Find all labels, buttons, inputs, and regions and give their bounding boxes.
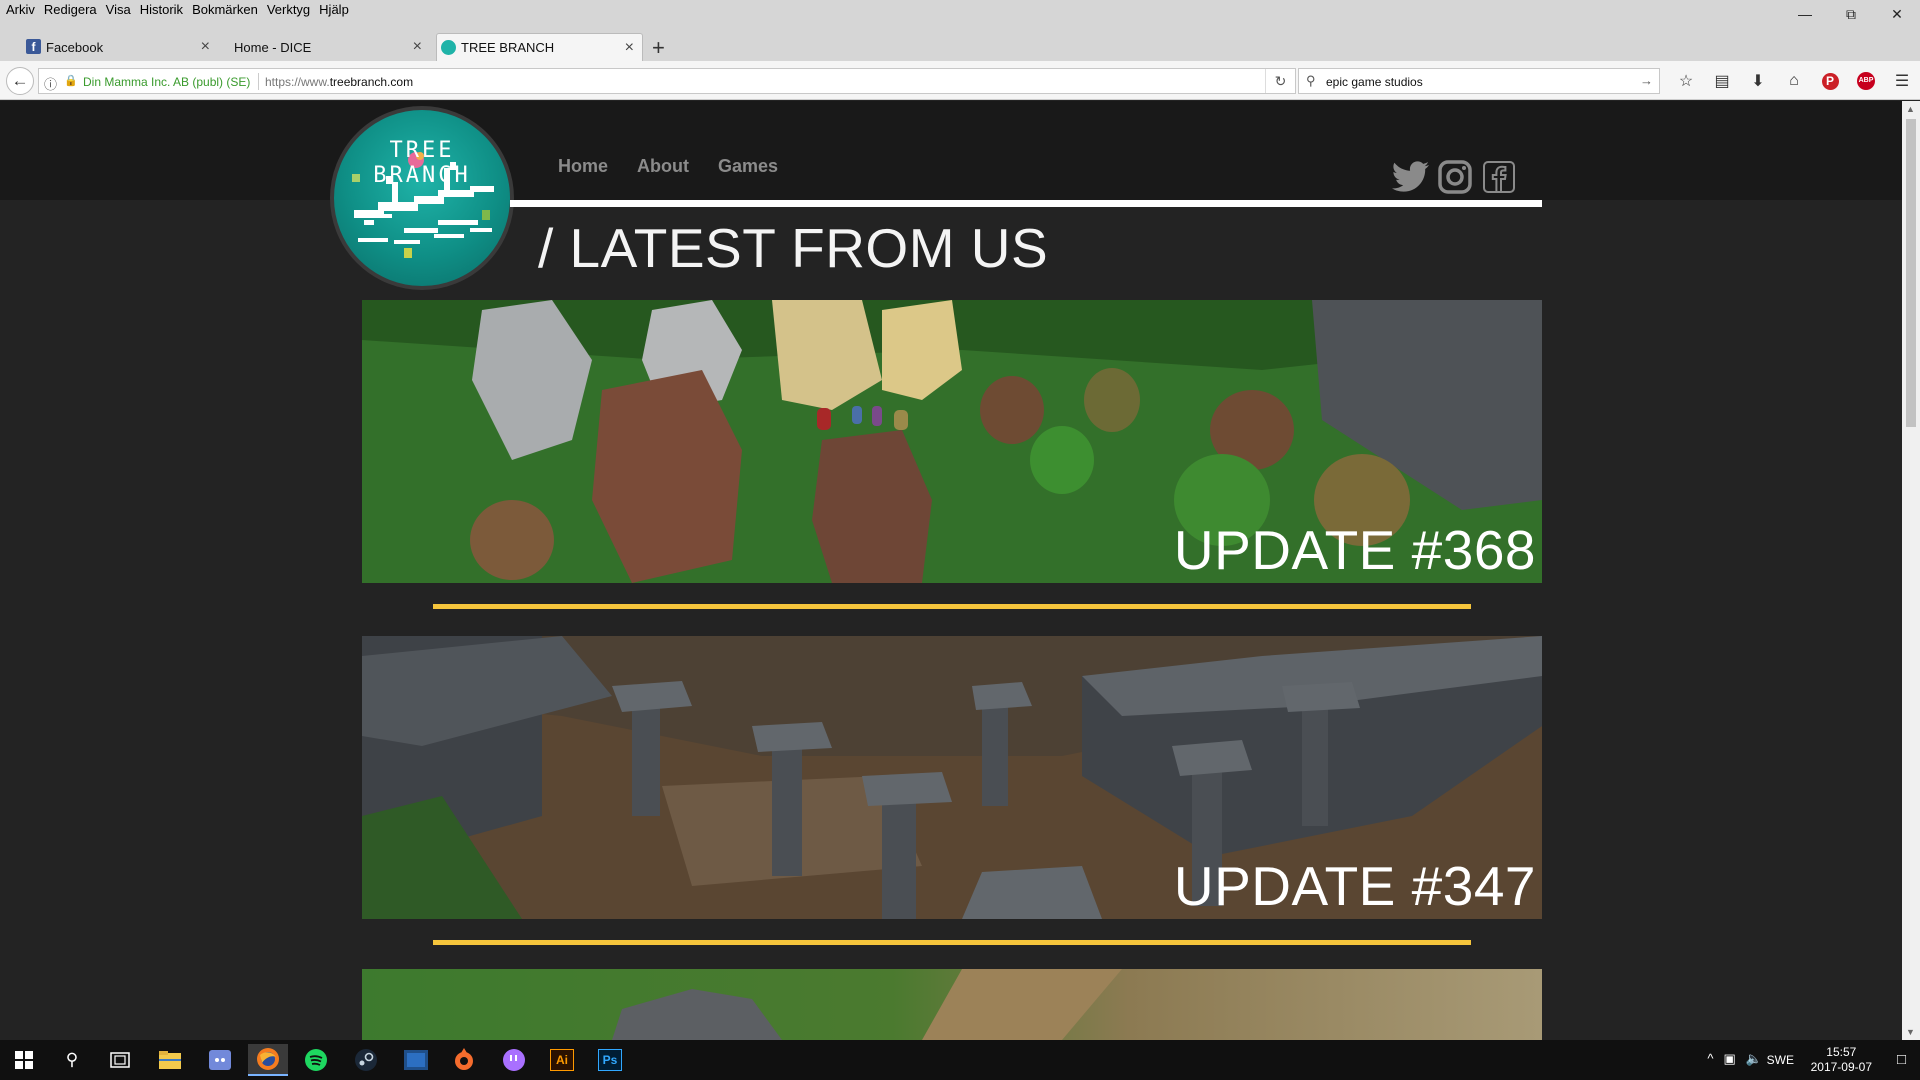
tray-icons: ^ ▣ 🔈	[1707, 1051, 1762, 1067]
site-header	[0, 101, 1902, 200]
menu-bar: Arkiv Redigera Visa Historik Bokmärken V…	[0, 0, 1920, 22]
post-separator	[433, 604, 1471, 609]
illustrator-icon[interactable]: Ai	[542, 1044, 582, 1076]
notification-icon[interactable]: □	[1897, 1051, 1906, 1068]
nav-home[interactable]: Home	[558, 156, 608, 177]
network-icon[interactable]: ▣	[1724, 1051, 1736, 1067]
menu-list: Arkiv Redigera Visa Historik Bokmärken V…	[4, 2, 356, 17]
close-tab-icon[interactable]: ×	[625, 39, 634, 57]
navigation-toolbar: ← ⓘ 🔒 Din Mamma Inc. AB (publ) (SE) http…	[0, 61, 1920, 100]
pinterest-icon[interactable]: P	[1812, 70, 1848, 92]
start-icon[interactable]	[4, 1044, 44, 1076]
site-identity[interactable]: Din Mamma Inc. AB (publ) (SE)	[83, 75, 250, 89]
close-tab-icon[interactable]: ×	[201, 38, 210, 56]
search-go-icon[interactable]: →	[1640, 73, 1653, 88]
social-links	[1392, 158, 1518, 196]
language-indicator[interactable]: SWE	[1767, 1053, 1794, 1067]
search-bar[interactable]: ⚲ epic game studios →	[1298, 68, 1660, 94]
url-divider	[258, 73, 259, 90]
tree-branch-favicon-icon	[441, 40, 456, 55]
search-icon[interactable]: ⚲	[52, 1044, 92, 1076]
new-tab-button[interactable]: +	[652, 35, 665, 61]
taskbar: ⚲ Ai Ps ^ ▣ 🔈 SWE 15:57 2017-09-07 □	[0, 1040, 1920, 1080]
nav-games[interactable]: Games	[718, 156, 778, 177]
system-tray: ^ ▣ 🔈 SWE 15:57 2017-09-07 □	[1560, 1040, 1920, 1080]
tab-title: TREE BRANCH	[461, 40, 555, 55]
page-scrollbar[interactable]: ▲ ▼	[1902, 101, 1920, 1040]
facebook-icon[interactable]	[1480, 158, 1518, 196]
toolbar-icons: ☆ ▤ ⬇ ⌂ P ABP ☰	[1668, 70, 1920, 92]
site-info-icon[interactable]: ⓘ	[44, 74, 57, 93]
back-button[interactable]: ←	[6, 67, 34, 95]
search-query[interactable]: epic game studios	[1326, 75, 1423, 89]
tab-title: Home - DICE	[234, 39, 312, 55]
spotify-icon[interactable]	[296, 1044, 336, 1076]
twitch-icon[interactable]	[494, 1044, 534, 1076]
branch-logo-icon	[352, 152, 494, 258]
site-logo[interactable]: TREE BRANCH	[330, 106, 514, 290]
url-text[interactable]: https://www.treebranch.com	[265, 75, 413, 89]
logo-text: TREE BRANCH	[373, 138, 471, 188]
twitter-icon[interactable]	[1392, 158, 1430, 196]
reading-list-icon[interactable]: ▤	[1704, 70, 1740, 92]
facebook-favicon-icon: f	[26, 39, 41, 54]
post-card-update-368[interactable]: UPDATE #368	[362, 300, 1542, 583]
search-icon: ⚲	[1306, 73, 1316, 88]
menu-hjalp[interactable]: Hjälp	[317, 2, 356, 17]
menu-arkiv[interactable]: Arkiv	[4, 2, 42, 17]
tab-facebook[interactable]: f Facebook ×	[22, 33, 218, 61]
home-icon[interactable]: ⌂	[1776, 70, 1812, 92]
clock-date: 2017-09-07	[1810, 1060, 1872, 1074]
page-viewport: TREE BRANCH Home About Games / LATEST FR…	[0, 101, 1902, 1040]
file-explorer-icon[interactable]	[150, 1044, 190, 1076]
clock[interactable]: 15:57 2017-09-07	[1811, 1045, 1872, 1075]
menu-historik[interactable]: Historik	[138, 2, 190, 17]
chevron-up-icon[interactable]: ^	[1707, 1051, 1713, 1067]
firefox-icon[interactable]	[248, 1044, 288, 1076]
adblock-icon[interactable]: ABP	[1848, 70, 1884, 92]
download-icon[interactable]: ⬇	[1740, 70, 1776, 92]
menu-verktyg[interactable]: Verktyg	[265, 2, 317, 17]
lock-icon: 🔒	[64, 75, 78, 87]
origin-icon[interactable]	[444, 1044, 484, 1076]
post-title: UPDATE #347	[1173, 855, 1536, 917]
star-icon[interactable]: ☆	[1668, 70, 1704, 92]
hamburger-menu-icon[interactable]: ☰	[1884, 70, 1920, 92]
battlenet-icon[interactable]	[396, 1044, 436, 1076]
task-view-icon[interactable]	[100, 1044, 140, 1076]
site-nav: Home About Games	[558, 156, 778, 177]
scrollbar-thumb[interactable]	[1906, 119, 1916, 427]
tab-tree-branch[interactable]: TREE BRANCH ×	[436, 33, 643, 61]
post-card-3[interactable]	[362, 969, 1542, 1040]
scroll-up-icon[interactable]: ▲	[1906, 104, 1915, 114]
scroll-down-icon[interactable]: ▼	[1906, 1027, 1915, 1037]
discord-icon[interactable]	[200, 1044, 240, 1076]
instagram-icon[interactable]	[1436, 158, 1474, 196]
post-thumbnail-3	[612, 969, 1122, 1040]
nav-about[interactable]: About	[637, 156, 689, 177]
tab-title: Facebook	[46, 39, 104, 55]
header-divider-line	[510, 200, 1542, 207]
photoshop-icon[interactable]: Ps	[590, 1044, 630, 1076]
post-title: UPDATE #368	[1173, 519, 1536, 581]
section-title: / LATEST FROM US	[538, 217, 1049, 279]
tab-strip: f Facebook × Home - DICE × TREE BRANCH ×…	[0, 20, 1920, 61]
close-tab-icon[interactable]: ×	[413, 38, 422, 56]
volume-icon[interactable]: 🔈	[1746, 1051, 1762, 1067]
menu-bokmarken[interactable]: Bokmärken	[190, 2, 265, 17]
clock-time: 15:57	[1826, 1045, 1857, 1059]
menu-redigera[interactable]: Redigera	[42, 2, 104, 17]
post-separator	[433, 940, 1471, 945]
post-card-update-347[interactable]: UPDATE #347	[362, 636, 1542, 919]
menu-visa[interactable]: Visa	[104, 2, 138, 17]
reload-icon[interactable]: ↻	[1265, 69, 1295, 93]
url-bar[interactable]: ⓘ 🔒 Din Mamma Inc. AB (publ) (SE) https:…	[38, 68, 1296, 94]
steam-icon[interactable]	[346, 1044, 386, 1076]
tab-dice[interactable]: Home - DICE ×	[210, 33, 430, 61]
